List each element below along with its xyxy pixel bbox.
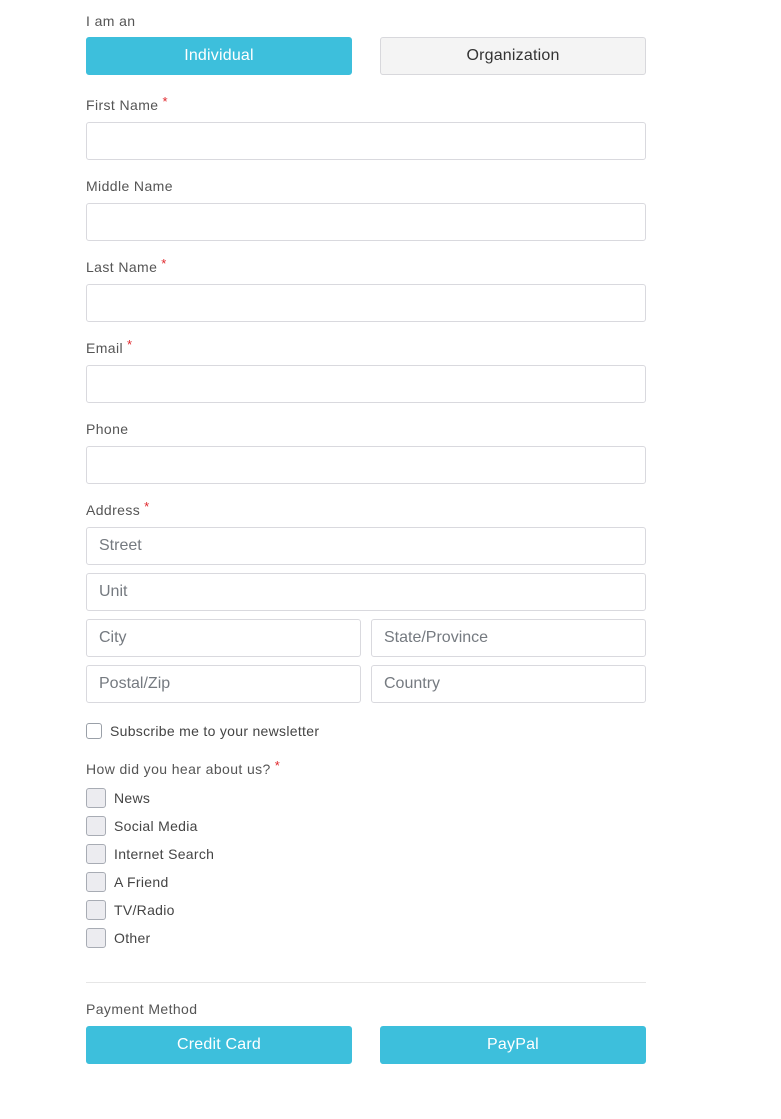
last-name-label-text: Last Name	[86, 259, 158, 275]
section-divider	[86, 982, 646, 983]
referral-option-label: Social Media	[114, 818, 198, 834]
tv-radio-checkbox[interactable]	[86, 900, 106, 920]
country-input[interactable]	[371, 665, 646, 703]
postal-zip-input[interactable]	[86, 665, 361, 703]
referral-option-a-friend[interactable]: A Friend	[86, 872, 386, 892]
newsletter-label: Subscribe me to your newsletter	[110, 723, 320, 739]
phone-label: Phone	[86, 421, 129, 437]
payment-method-options: Credit Card PayPal	[86, 1026, 646, 1064]
credit-card-button[interactable]: Credit Card	[86, 1026, 352, 1064]
referral-option-label: Other	[114, 930, 151, 946]
address-label: Address *	[86, 499, 150, 519]
city-input[interactable]	[86, 619, 361, 657]
referral-label: How did you hear about us? *	[86, 758, 281, 778]
middle-name-label: Middle Name	[86, 178, 173, 194]
state-province-input[interactable]	[371, 619, 646, 657]
newsletter-checkbox[interactable]	[86, 723, 102, 739]
newsletter-option[interactable]: Subscribe me to your newsletter	[86, 721, 319, 741]
referral-option-other[interactable]: Other	[86, 928, 386, 948]
entity-type-label: I am an	[86, 13, 136, 29]
referral-label-text: How did you hear about us?	[86, 761, 271, 777]
referral-option-label: TV/Radio	[114, 902, 175, 918]
entity-type-toggle: Individual Organization	[86, 37, 646, 75]
referral-option-label: A Friend	[114, 874, 169, 890]
email-input[interactable]	[86, 365, 646, 403]
social-media-checkbox[interactable]	[86, 816, 106, 836]
payment-method-label: Payment Method	[86, 1001, 198, 1017]
city-state-row	[86, 619, 646, 657]
referral-option-label: Internet Search	[114, 846, 215, 862]
referral-option-news[interactable]: News	[86, 788, 386, 808]
referral-option-internet-search[interactable]: Internet Search	[86, 844, 386, 864]
referral-option-label: News	[114, 790, 151, 806]
required-marker: *	[127, 337, 133, 352]
street-input[interactable]	[86, 527, 646, 565]
last-name-label: Last Name *	[86, 256, 167, 276]
address-label-text: Address	[86, 502, 141, 518]
required-marker: *	[144, 499, 150, 514]
a-friend-checkbox[interactable]	[86, 872, 106, 892]
referral-option-social-media[interactable]: Social Media	[86, 816, 386, 836]
other-checkbox[interactable]	[86, 928, 106, 948]
first-name-label-text: First Name	[86, 97, 159, 113]
postal-country-row	[86, 665, 646, 703]
internet-search-checkbox[interactable]	[86, 844, 106, 864]
individual-button[interactable]: Individual	[86, 37, 352, 75]
news-checkbox[interactable]	[86, 788, 106, 808]
paypal-button[interactable]: PayPal	[380, 1026, 646, 1064]
email-label: Email *	[86, 337, 133, 357]
organization-button[interactable]: Organization	[380, 37, 646, 75]
middle-name-input[interactable]	[86, 203, 646, 241]
first-name-input[interactable]	[86, 122, 646, 160]
unit-input[interactable]	[86, 573, 646, 611]
required-marker: *	[161, 256, 167, 271]
email-label-text: Email	[86, 340, 124, 356]
phone-input[interactable]	[86, 446, 646, 484]
referral-option-tv-radio[interactable]: TV/Radio	[86, 900, 386, 920]
required-marker: *	[274, 758, 281, 773]
first-name-label: First Name *	[86, 94, 168, 114]
required-marker: *	[162, 94, 168, 109]
last-name-input[interactable]	[86, 284, 646, 322]
